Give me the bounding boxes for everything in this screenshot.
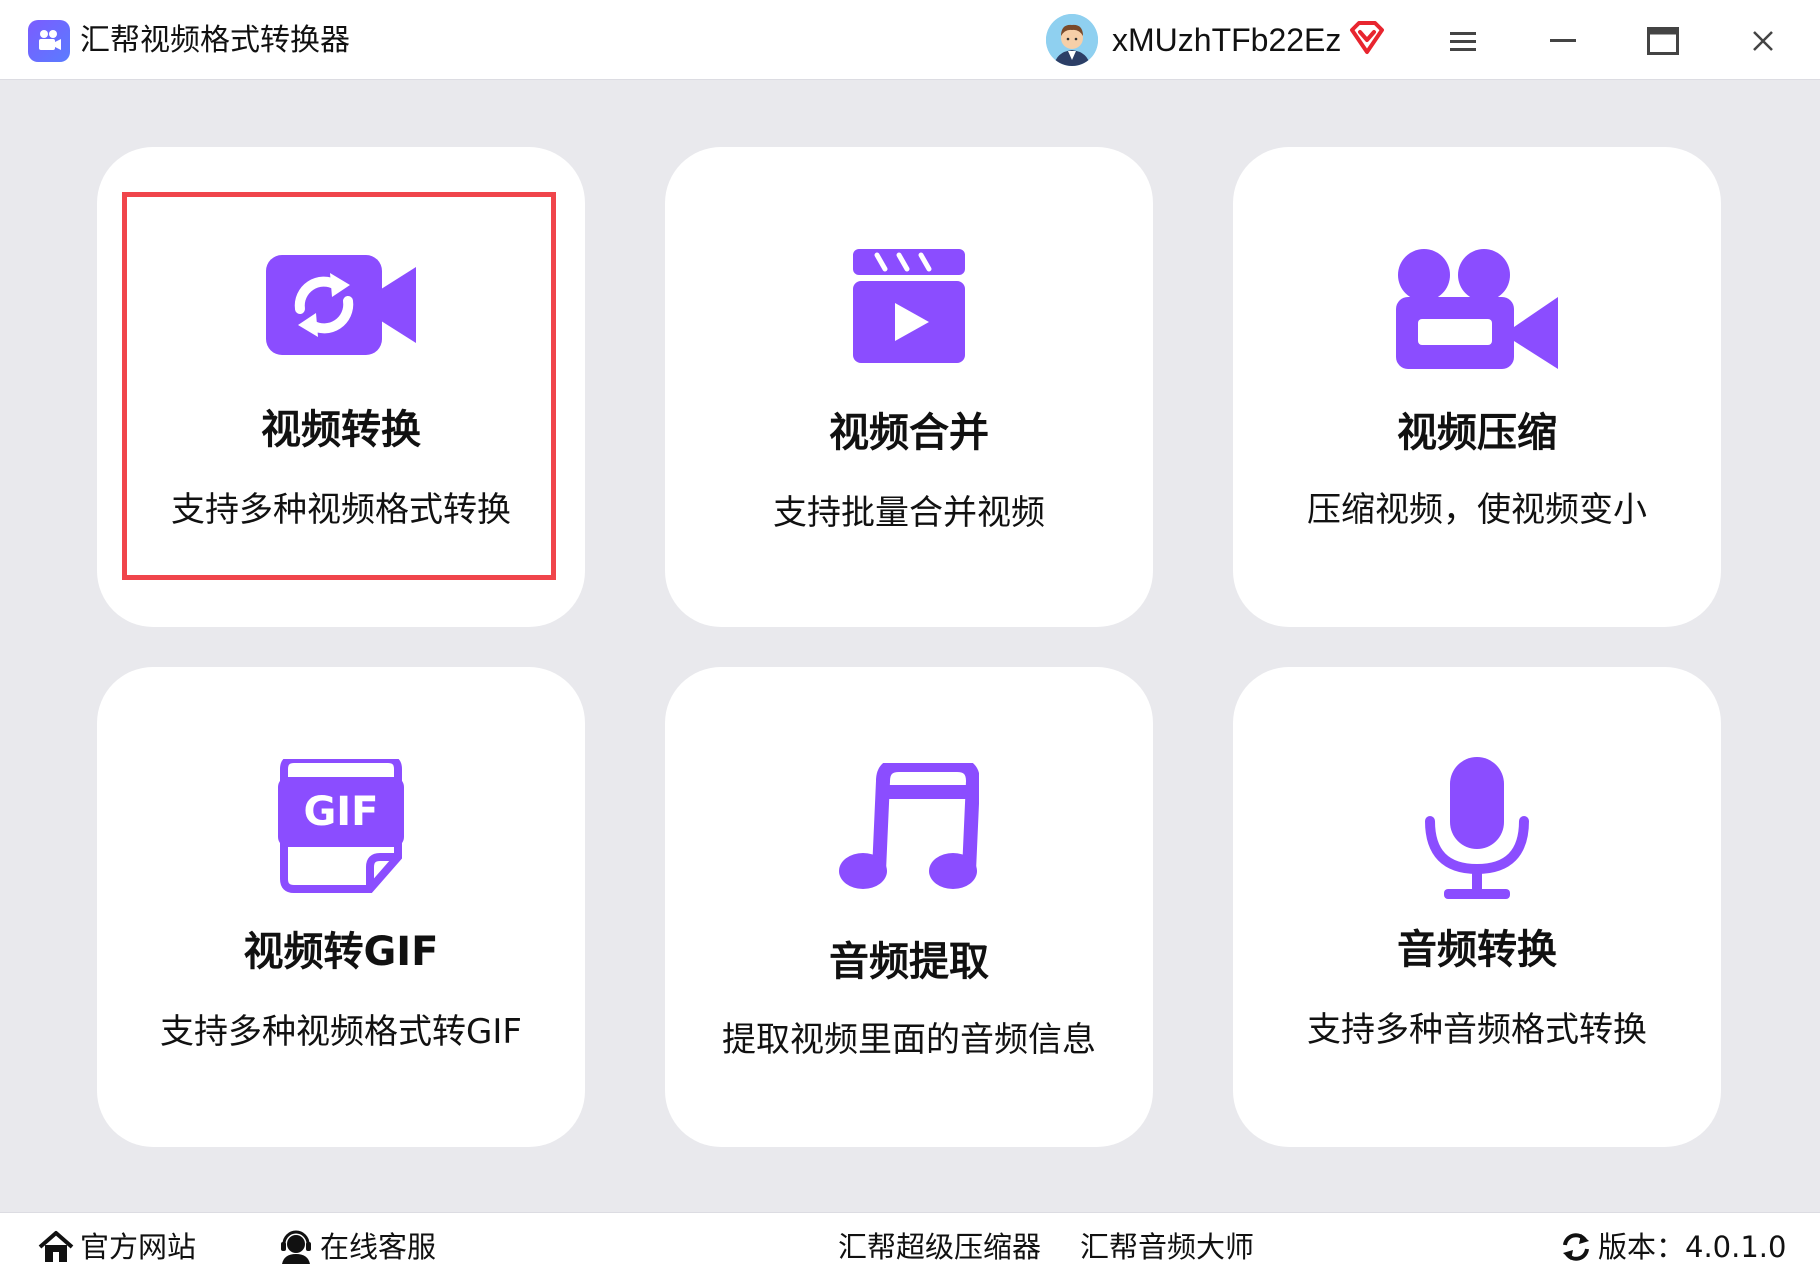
website-link[interactable]: 官方网站 <box>38 1213 196 1280</box>
gif-file-icon: GIF <box>278 755 404 899</box>
close-button[interactable] <box>1738 16 1788 66</box>
card-desc: 支持多种音频格式转换 <box>1307 1010 1647 1050</box>
video-camera-icon <box>1396 247 1558 373</box>
card-title: 视频转换 <box>261 407 421 453</box>
clapperboard-play-icon <box>853 249 965 367</box>
card-desc: 支持多种视频格式转GIF <box>160 1012 522 1052</box>
maximize-icon <box>1647 27 1679 55</box>
card-video-compress[interactable]: 视频压缩 压缩视频，使视频变小 <box>1233 147 1721 627</box>
headset-user-icon <box>281 1230 311 1264</box>
website-label: 官方网站 <box>80 1230 197 1264</box>
hamburger-menu-icon <box>1450 32 1476 51</box>
version-info[interactable]: 版本：4.0.1.0 <box>1560 1213 1786 1280</box>
customer-service-link[interactable]: 在线客服 <box>278 1213 436 1280</box>
card-video-merge[interactable]: 视频合并 支持批量合并视频 <box>665 147 1153 627</box>
version-label: 版本：4.0.1.0 <box>1598 1230 1787 1264</box>
svg-text:GIF: GIF <box>303 789 378 835</box>
vip-diamond-icon[interactable] <box>1348 20 1386 56</box>
minimize-button[interactable] <box>1538 16 1588 66</box>
card-audio-convert[interactable]: 音频转换 支持多种音频格式转换 <box>1233 667 1721 1147</box>
app-logo-icon <box>28 20 70 62</box>
maximize-button[interactable] <box>1638 16 1688 66</box>
card-video-to-gif[interactable]: GIF 视频转GIF 支持多种视频格式转GIF <box>97 667 585 1147</box>
video-convert-icon <box>266 255 416 359</box>
customer-service-label: 在线客服 <box>320 1230 437 1264</box>
title-bar: 汇帮视频格式转换器 xMUzhTFb22Ez <box>0 0 1820 80</box>
username[interactable]: xMUzhTFb22Ez <box>1112 18 1341 62</box>
card-title: 视频转GIF <box>243 929 439 975</box>
card-desc: 压缩视频，使视频变小 <box>1307 490 1647 530</box>
card-title: 音频转换 <box>1397 927 1557 973</box>
menu-button[interactable] <box>1438 16 1488 66</box>
card-desc: 支持批量合并视频 <box>773 493 1045 533</box>
user-avatar[interactable] <box>1046 14 1098 66</box>
music-note-icon <box>839 758 981 895</box>
card-video-convert[interactable]: 视频转换 支持多种视频格式转换 <box>97 147 585 627</box>
refresh-icon <box>1563 1233 1589 1261</box>
card-desc: 提取视频里面的音频信息 <box>722 1020 1096 1060</box>
footer-bar: 官方网站 在线客服 汇帮超级压缩器 汇帮音频大师 版本：4.0.1.0 <box>0 1212 1820 1280</box>
card-title: 视频压缩 <box>1397 410 1557 456</box>
card-desc: 支持多种视频格式转换 <box>171 490 511 530</box>
card-title: 音频提取 <box>829 939 989 985</box>
home-icon <box>38 1231 74 1262</box>
audio-master-link[interactable]: 汇帮音频大师 <box>1080 1213 1254 1280</box>
close-icon <box>1753 31 1773 51</box>
card-audio-extract[interactable]: 音频提取 提取视频里面的音频信息 <box>665 667 1153 1147</box>
card-title: 视频合并 <box>829 410 989 456</box>
app-title: 汇帮视频格式转换器 <box>80 23 350 58</box>
minimize-icon <box>1550 39 1576 42</box>
super-compressor-link[interactable]: 汇帮超级压缩器 <box>838 1213 1041 1280</box>
microphone-icon <box>1422 757 1532 905</box>
